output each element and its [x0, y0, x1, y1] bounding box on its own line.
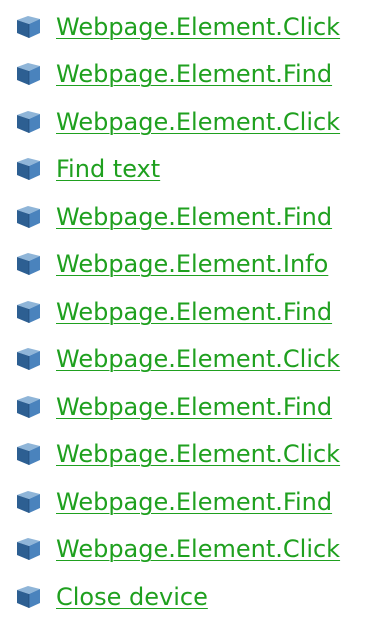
step-link[interactable]: Webpage.Element.Find	[56, 203, 332, 231]
list-item: Webpage.Element.Find	[15, 288, 340, 336]
step-link-list: Webpage.Element.Click Webpage.Element.Fi…	[15, 3, 340, 621]
step-link[interactable]: Webpage.Element.Find	[56, 60, 332, 88]
step-link[interactable]: Webpage.Element.Click	[56, 440, 340, 468]
step-link[interactable]: Webpage.Element.Info	[56, 250, 328, 278]
step-link[interactable]: Webpage.Element.Find	[56, 488, 332, 516]
list-item: Webpage.Element.Find	[15, 478, 340, 526]
list-item: Webpage.Element.Find	[15, 193, 340, 241]
cube-icon	[15, 15, 42, 39]
list-item: Webpage.Element.Click	[15, 336, 340, 384]
step-link[interactable]: Webpage.Element.Click	[56, 535, 340, 563]
list-item: Webpage.Element.Click	[15, 3, 340, 51]
list-item: Webpage.Element.Find	[15, 51, 340, 99]
list-item: Webpage.Element.Find	[15, 383, 340, 431]
cube-icon	[15, 490, 42, 514]
list-item: Webpage.Element.Info	[15, 241, 340, 289]
cube-icon	[15, 347, 42, 371]
cube-icon	[15, 157, 42, 181]
cube-icon	[15, 300, 42, 324]
list-item: Webpage.Element.Click	[15, 431, 340, 479]
step-link[interactable]: Webpage.Element.Find	[56, 298, 332, 326]
cube-icon	[15, 442, 42, 466]
cube-icon	[15, 205, 42, 229]
step-link[interactable]: Webpage.Element.Click	[56, 345, 340, 373]
cube-icon	[15, 62, 42, 86]
list-item: Close device	[15, 573, 340, 621]
list-item: Webpage.Element.Click	[15, 526, 340, 574]
cube-icon	[15, 110, 42, 134]
list-item: Find text	[15, 146, 340, 194]
step-link[interactable]: Close device	[56, 583, 208, 611]
cube-icon	[15, 395, 42, 419]
cube-icon	[15, 537, 42, 561]
step-link[interactable]: Webpage.Element.Find	[56, 393, 332, 421]
cube-icon	[15, 252, 42, 276]
cube-icon	[15, 585, 42, 609]
step-link[interactable]: Find text	[56, 155, 160, 183]
step-link[interactable]: Webpage.Element.Click	[56, 13, 340, 41]
list-item: Webpage.Element.Click	[15, 98, 340, 146]
step-link[interactable]: Webpage.Element.Click	[56, 108, 340, 136]
